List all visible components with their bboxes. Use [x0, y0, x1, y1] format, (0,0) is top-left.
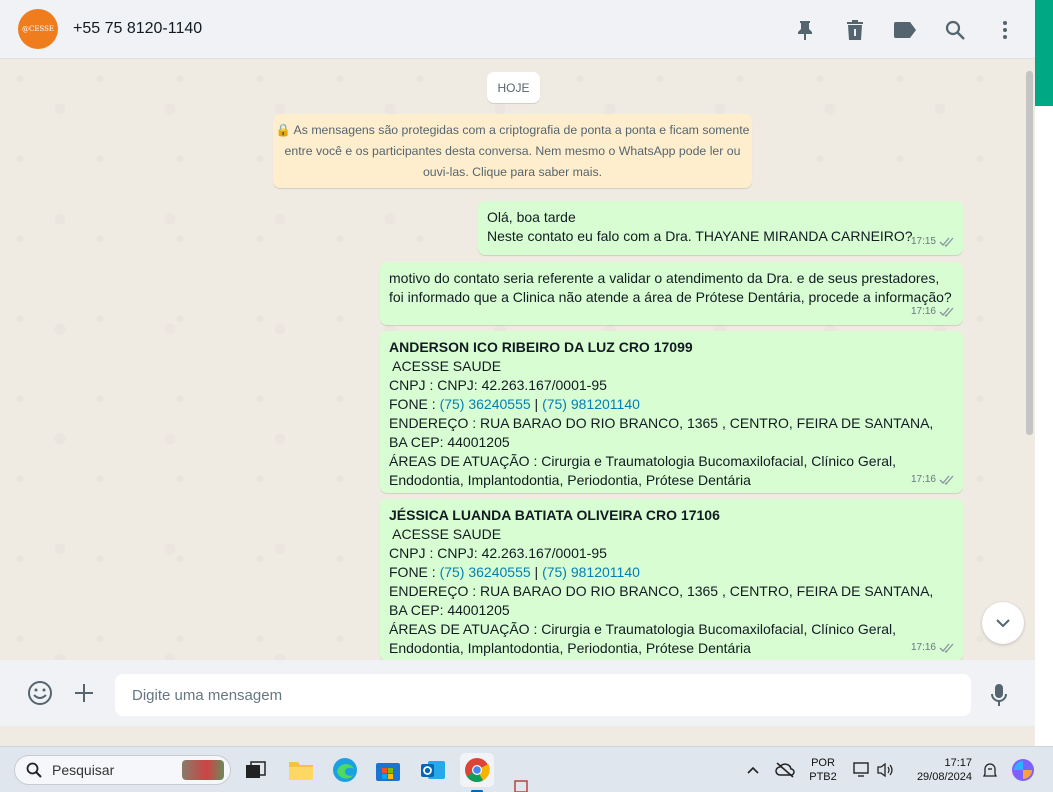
outgoing-message[interactable]: motivo do contato seria referente a vali… [380, 262, 963, 325]
provider-phone-row: FONE : (75) 36240555 | (75) 981201140 [389, 563, 954, 582]
input-language[interactable]: POR PTB2 [806, 756, 840, 784]
emoji-icon[interactable] [27, 680, 53, 706]
pin-icon[interactable] [793, 18, 817, 42]
window-edge [1035, 106, 1053, 746]
encryption-notice[interactable]: 🔒 As mensagens são protegidas com a crip… [273, 114, 752, 188]
file-explorer-icon[interactable] [286, 755, 316, 785]
phone-link[interactable]: (75) 981201140 [542, 396, 640, 412]
window-edge-accent [1035, 0, 1053, 106]
search-icon[interactable] [943, 18, 967, 42]
phone-link[interactable]: (75) 981201140 [542, 564, 640, 580]
message-line: Olá, boa tarde [487, 209, 576, 225]
provider-name: JÉSSICA LUANDA BATIATA OLIVEIRA CRO 1710… [389, 507, 720, 523]
outlook-icon[interactable] [418, 755, 448, 785]
provider-areas: ÁREAS DE ATUAÇÃO : Cirurgia e Traumatolo… [389, 621, 897, 656]
language-code: POR [811, 757, 835, 769]
provider-cnpj: CNPJ : CNPJ: 42.263.167/0001-95 [389, 377, 607, 393]
keyboard-layout: PTB2 [809, 771, 837, 783]
phone-separator: | [530, 564, 543, 580]
menu-icon[interactable] [993, 18, 1017, 42]
phone-link[interactable]: (75) 36240555 [440, 564, 531, 580]
read-receipt-icon [939, 237, 954, 247]
search-highlight-icon [182, 760, 224, 780]
chevron-up-icon[interactable] [738, 755, 768, 785]
store-icon[interactable] [373, 755, 403, 785]
message-line: foi informado que a Clinica não atende a… [389, 289, 952, 305]
search-icon [26, 762, 42, 778]
app-overflow-icon[interactable] [506, 777, 536, 792]
phone-link[interactable]: (75) 36240555 [440, 396, 531, 412]
chevron-down-icon [996, 619, 1010, 628]
message-time: 17:16 [910, 642, 936, 653]
copilot-icon[interactable] [1008, 755, 1038, 785]
scrollbar-thumb[interactable] [1026, 71, 1033, 435]
volume-icon[interactable] [870, 755, 900, 785]
read-receipt-icon [939, 307, 954, 317]
contact-avatar[interactable]: @CESSE [18, 9, 58, 49]
outgoing-message[interactable]: Olá, boa tarde Neste contato eu falo com… [478, 201, 963, 255]
provider-cnpj: CNPJ : CNPJ: 42.263.167/0001-95 [389, 545, 607, 561]
provider-areas: ÁREAS DE ATUAÇÃO : Cirurgia e Traumatolo… [389, 453, 897, 488]
message-input[interactable] [115, 674, 971, 716]
phone-label: FONE : [389, 396, 440, 412]
cloud-off-icon[interactable] [770, 755, 800, 785]
edge-browser-icon[interactable] [330, 755, 360, 785]
message-list[interactable]: HOJE 🔒 As mensagens são protegidas com a… [0, 59, 1035, 660]
provider-company: ACESSE SAUDE [389, 358, 502, 374]
scroll-down-button[interactable] [982, 602, 1024, 644]
read-receipt-icon [939, 643, 954, 653]
taskbar-search[interactable]: Pesquisar [14, 755, 231, 785]
provider-name: ANDERSON ICO RIBEIRO DA LUZ CRO 17099 [389, 339, 693, 355]
task-view-icon[interactable] [241, 755, 271, 785]
chat-header: @CESSE +55 75 8120-1140 [0, 0, 1035, 59]
chrome-icon[interactable] [460, 753, 494, 792]
os-taskbar: Pesquisar POR PTB2 17:17 29/08/2024 [0, 746, 1053, 792]
read-receipt-icon [939, 475, 954, 485]
phone-separator: | [530, 396, 543, 412]
attach-plus-icon[interactable] [71, 680, 97, 706]
delete-icon[interactable] [843, 18, 867, 42]
phone-label: FONE : [389, 564, 440, 580]
outgoing-message[interactable]: JÉSSICA LUANDA BATIATA OLIVEIRA CRO 1710… [380, 499, 963, 660]
provider-company: ACESSE SAUDE [389, 526, 502, 542]
clock-time: 17:17 [944, 757, 972, 769]
microphone-icon[interactable] [986, 682, 1012, 708]
provider-address: ENDEREÇO : RUA BARAO DO RIO BRANCO, 1365… [389, 415, 934, 450]
message-time: 17:15 [910, 236, 936, 247]
message-time: 17:16 [910, 474, 936, 485]
provider-phone-row: FONE : (75) 36240555 | (75) 981201140 [389, 395, 954, 414]
clock[interactable]: 17:17 29/08/2024 [900, 756, 972, 784]
message-time: 17:16 [910, 306, 936, 317]
notification-icon[interactable] [975, 755, 1005, 785]
date-chip: HOJE [487, 72, 540, 103]
provider-address: ENDEREÇO : RUA BARAO DO RIO BRANCO, 1365… [389, 583, 934, 618]
label-icon[interactable] [893, 18, 917, 42]
message-line: Neste contato eu falo com a Dra. THAYANE… [487, 228, 913, 244]
outgoing-message[interactable]: ANDERSON ICO RIBEIRO DA LUZ CRO 17099 AC… [380, 331, 963, 493]
clock-date: 29/08/2024 [916, 771, 972, 783]
composer-bar [0, 660, 1035, 726]
message-line: motivo do contato seria referente a vali… [389, 270, 940, 286]
contact-name[interactable]: +55 75 8120-1140 [73, 20, 202, 38]
search-label: Pesquisar [52, 762, 115, 778]
avatar-text: @CESSE [21, 25, 55, 33]
